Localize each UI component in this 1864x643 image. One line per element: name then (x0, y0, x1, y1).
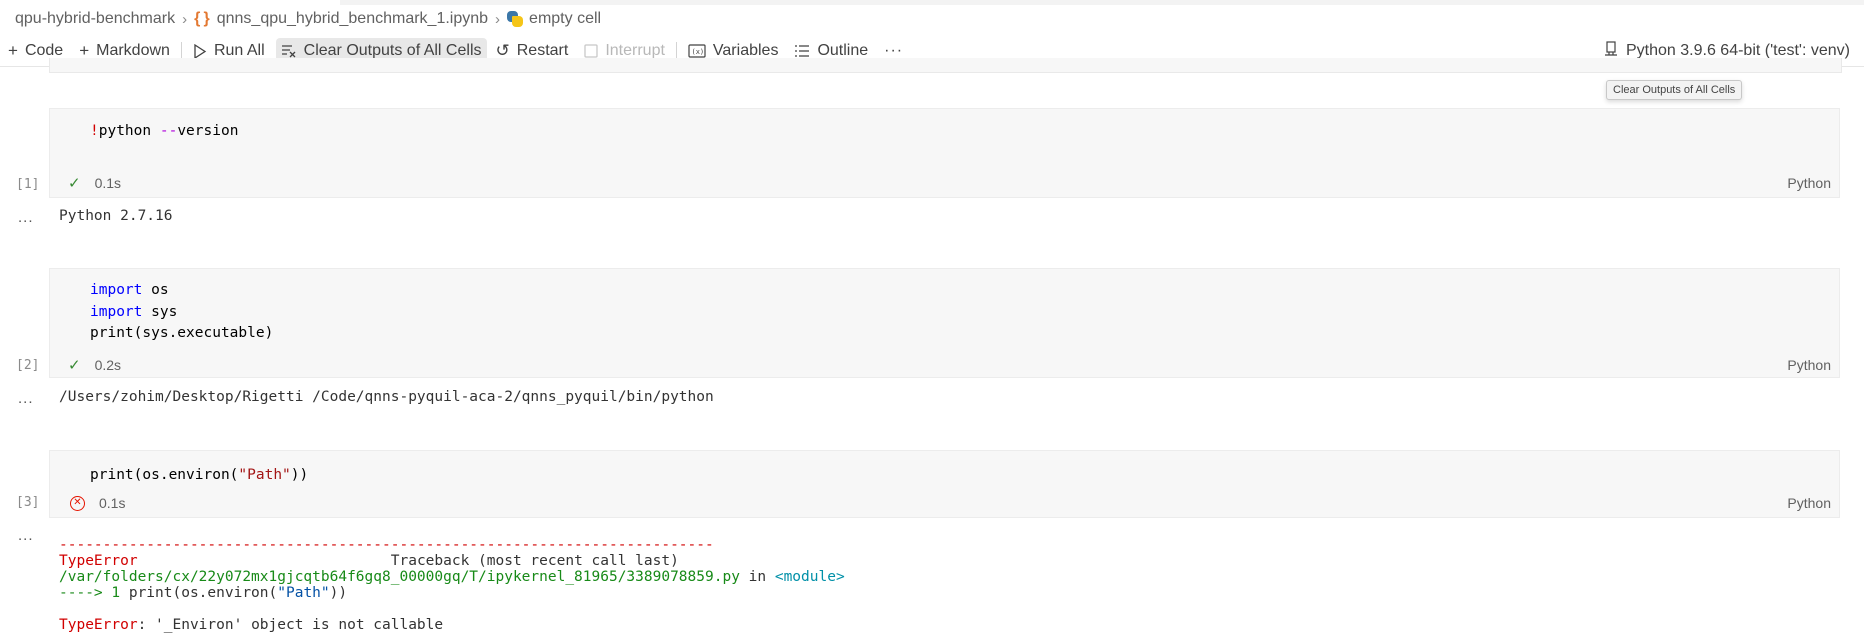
execution-time: 0.1s (94, 175, 122, 191)
editor-top-strip (340, 0, 1864, 5)
cell-status: ✓ 0.2s (68, 355, 121, 375)
traceback-arrow: ----> 1 (59, 585, 129, 601)
code-token: import (90, 303, 143, 320)
traceback-output: ----------------------------------------… (59, 537, 845, 633)
cell-language[interactable]: Python (1787, 357, 1831, 373)
python-icon (507, 11, 524, 27)
cell-code[interactable]: !python --version (90, 120, 238, 142)
execution-count: [1] (16, 177, 40, 192)
cell-output: Python 2.7.16 (59, 208, 173, 224)
code-token: version (177, 123, 239, 139)
svg-text:(x): (x) (691, 48, 704, 56)
traceback-code: print(os.environ( (128, 585, 278, 601)
tooltip: Clear Outputs of All Cells (1606, 80, 1743, 100)
code-token: )) (290, 467, 309, 483)
cell-language[interactable]: Python (1787, 175, 1831, 191)
run-all-icon (193, 43, 207, 59)
check-icon: ✓ (68, 357, 81, 374)
code-token: os (142, 282, 169, 298)
breadcrumb: qpu-hybrid-benchmark › { } qnns_qpu_hybr… (0, 0, 1864, 38)
code-token: python (98, 123, 160, 139)
code-token: ! (90, 123, 99, 139)
breadcrumb-notebook[interactable]: qnns_qpu_hybrid_benchmark_1.ipynb (217, 10, 488, 28)
output-actions-button[interactable]: ... (18, 209, 34, 226)
variables-icon: (x) (688, 44, 706, 58)
check-icon: ✓ (68, 175, 81, 192)
list-icon (794, 44, 810, 58)
code-token: -- (159, 123, 178, 139)
cell-code[interactable]: import os import sys print(sys.executabl… (90, 280, 273, 345)
traceback-module: <module> (774, 569, 845, 585)
plus-icon: + (8, 41, 18, 60)
stop-icon (584, 44, 598, 58)
chevron-right-icon: › (495, 10, 501, 28)
output-actions-button[interactable]: ... (18, 527, 34, 544)
output-actions-button[interactable]: ... (18, 390, 34, 407)
code-token: import (90, 282, 143, 298)
code-token: sys (142, 303, 178, 320)
cell-status: ✕ 0.1s (68, 493, 125, 513)
code-cell[interactable]: !python --version ✓ 0.1s Python (49, 108, 1840, 198)
execution-time: 0.1s (99, 495, 126, 511)
cell-code[interactable]: print(os.environ("Path")) (90, 464, 308, 486)
cell-language[interactable]: Python (1787, 495, 1831, 511)
execution-count: [3] (16, 495, 40, 510)
traceback-code-string: "Path" (277, 585, 330, 601)
code-cell[interactable]: print(os.environ("Path")) ✕ 0.1s Python (49, 450, 1840, 518)
code-token: print(sys.executable) (90, 325, 274, 341)
cell-output: /Users/zohim/Desktop/Rigetti /Code/qnns-… (59, 389, 714, 405)
code-cell[interactable]: import os import sys print(sys.executabl… (49, 268, 1840, 378)
execution-count: [2] (16, 358, 40, 373)
code-token: "Path" (238, 467, 291, 483)
chevron-right-icon: › (182, 10, 188, 28)
notebook-icon: { } (194, 10, 210, 27)
previous-cell-edge (49, 58, 1842, 73)
error-name: TypeError (59, 553, 138, 569)
breadcrumb-folder[interactable]: qpu-hybrid-benchmark (15, 10, 175, 28)
code-token: print(os.environ( (90, 467, 239, 483)
clear-all-icon (281, 44, 297, 58)
breadcrumb-cell[interactable]: empty cell (529, 10, 601, 28)
final-error-message: : '_Environ' object is not callable (137, 617, 444, 633)
cell-status: ✓ 0.1s (68, 173, 121, 193)
error-icon: ✕ (70, 495, 85, 511)
traceback-in: in (739, 569, 775, 585)
final-error-name: TypeError (59, 617, 138, 633)
traceback-file[interactable]: /var/folders/cx/22y072mx1gjcqtb64f6gq8_0… (59, 569, 740, 585)
execution-time: 0.2s (94, 357, 122, 373)
traceback-dashes: ----------------------------------------… (59, 537, 714, 553)
traceback-code: )) (329, 585, 348, 601)
traceback-header: Traceback (most recent call last) (390, 553, 679, 569)
